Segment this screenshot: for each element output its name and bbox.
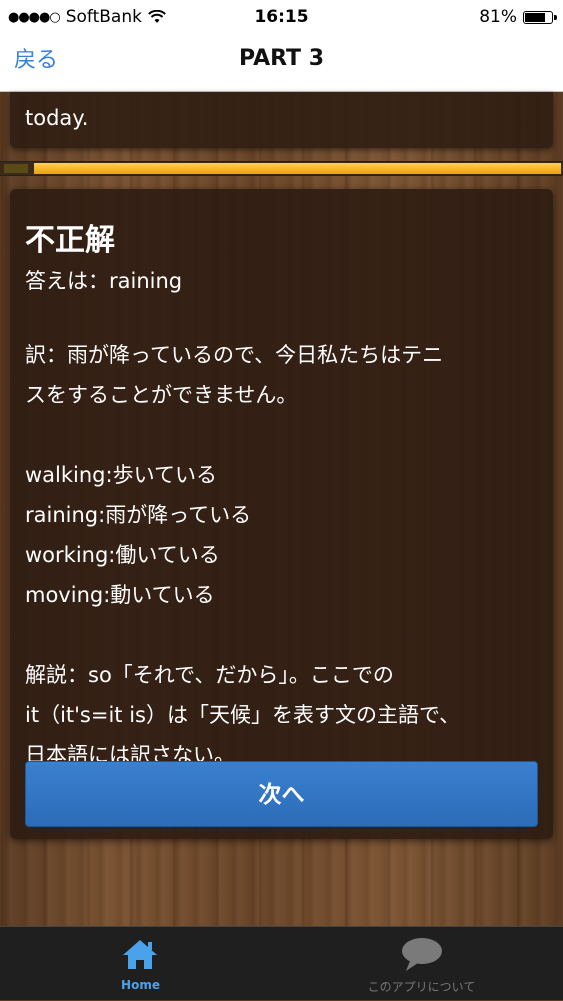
tab-home[interactable]: Home	[0, 927, 281, 1001]
choice-meaning: walking:歩いている	[25, 463, 217, 487]
tab-home-label: Home	[121, 978, 160, 992]
result-heading: 不正解	[25, 223, 115, 258]
explanation-body: 訳：雨が降っているので、今日私たちはテニ スをすることができません。 walki…	[25, 335, 545, 775]
translation-line: スをすることができません。	[25, 383, 298, 407]
choice-meaning: working:働いている	[25, 543, 220, 567]
previous-question-card: today.	[10, 92, 553, 148]
previous-question-text: today.	[25, 106, 89, 130]
status-bar: ●●●●○ SoftBank 16:15 81%	[0, 0, 563, 34]
navigation-bar: 戻る PART 3	[0, 34, 563, 92]
explanation-line: 解説：so「それで、だから」。ここでの	[25, 663, 394, 687]
progress-bar	[0, 161, 563, 176]
home-icon	[123, 940, 157, 969]
progress-track-start	[4, 164, 28, 173]
correct-answer: 答えは：raining	[25, 269, 183, 293]
tab-about-label: このアプリについて	[367, 980, 476, 994]
page-title: PART 3	[238, 46, 325, 71]
result-card: 不正解 答えは：raining 訳：雨が降っているので、今日私たちはテニ スをす…	[10, 189, 553, 839]
choice-meaning: moving:動いている	[25, 583, 215, 607]
explanation-line: it（it's=it is）は「天候」を表す文の主語で、	[25, 703, 461, 727]
next-button[interactable]: 次へ	[25, 761, 538, 827]
chat-bubble-icon	[402, 938, 442, 971]
tab-bar: Home このアプリについて	[0, 926, 563, 1000]
progress-fill	[33, 163, 561, 174]
translation-line: 訳：雨が降っているので、今日私たちはテニ	[25, 343, 444, 367]
tab-about[interactable]: このアプリについて	[281, 927, 562, 1001]
battery-percent: 81%	[479, 7, 517, 27]
battery-icon	[523, 10, 557, 24]
choice-meaning: raining:雨が降っている	[25, 503, 252, 527]
